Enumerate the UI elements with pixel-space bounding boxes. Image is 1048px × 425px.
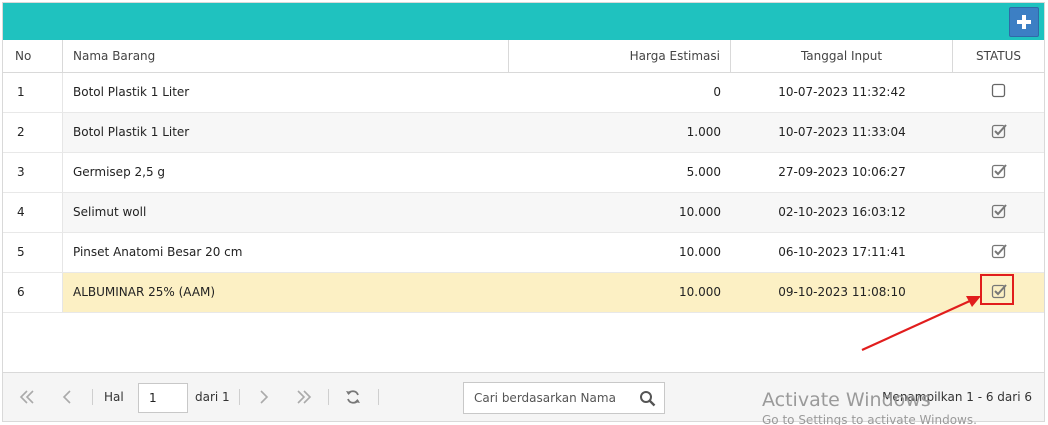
row-harga: 5.000 bbox=[686, 165, 721, 179]
row-harga: 10.000 bbox=[679, 285, 721, 299]
row-status bbox=[953, 73, 1044, 112]
table-row[interactable]: 3 Germisep 2,5 g 5.000 27-09-2023 10:06:… bbox=[3, 153, 1044, 193]
separator bbox=[328, 389, 329, 405]
windows-activation-watermark: Activate Windows Go to Settings to activ… bbox=[762, 389, 977, 425]
row-nama-barang: Botol Plastik 1 Liter bbox=[73, 85, 190, 99]
row-number: 4 bbox=[3, 193, 63, 232]
checkbox-checked-icon[interactable] bbox=[991, 123, 1007, 139]
page-label: Hal bbox=[104, 390, 124, 404]
header-no[interactable]: No bbox=[3, 40, 63, 72]
grid-panel: No Nama Barang Harga Estimasi Tanggal In… bbox=[2, 2, 1045, 422]
page-count-label: dari 1 bbox=[195, 390, 230, 404]
row-number: 1 bbox=[3, 73, 63, 112]
refresh-button[interactable] bbox=[343, 387, 363, 407]
watermark-title: Activate Windows bbox=[762, 389, 931, 411]
watermark-subtitle: Go to Settings to activate Windows. bbox=[762, 413, 977, 425]
row-status bbox=[953, 233, 1044, 272]
checkbox-checked-icon[interactable] bbox=[991, 163, 1007, 179]
table-row[interactable]: 5 Pinset Anatomi Besar 20 cm 10.000 06-1… bbox=[3, 233, 1044, 273]
row-number: 2 bbox=[3, 113, 63, 152]
search-field bbox=[463, 382, 665, 414]
row-harga: 10.000 bbox=[679, 245, 721, 259]
header-nama-barang[interactable]: Nama Barang bbox=[63, 40, 509, 72]
checkbox-checked-icon[interactable] bbox=[991, 203, 1007, 219]
highlight-annotation-box bbox=[980, 274, 1014, 305]
chevron-left-icon bbox=[62, 390, 71, 404]
header-status[interactable]: STATUS bbox=[953, 40, 1044, 72]
row-tanggal: 09-10-2023 11:08:10 bbox=[778, 285, 906, 299]
first-page-button[interactable] bbox=[17, 387, 37, 407]
row-nama-barang: ALBUMINAR 25% (AAM) bbox=[73, 285, 216, 299]
refresh-icon bbox=[346, 390, 360, 404]
row-tanggal: 10-07-2023 11:33:04 bbox=[778, 125, 906, 139]
search-input[interactable] bbox=[464, 383, 634, 413]
plus-icon bbox=[1017, 15, 1031, 29]
page-number-input[interactable] bbox=[138, 383, 188, 413]
search-icon[interactable] bbox=[639, 390, 656, 407]
table-header: No Nama Barang Harga Estimasi Tanggal In… bbox=[3, 40, 1044, 73]
row-number: 6 bbox=[3, 273, 63, 312]
data-table: No Nama Barang Harga Estimasi Tanggal In… bbox=[3, 40, 1044, 313]
row-harga: 10.000 bbox=[679, 205, 721, 219]
header-tanggal-input[interactable]: Tanggal Input bbox=[731, 40, 953, 72]
row-nama-barang: Germisep 2,5 g bbox=[73, 165, 166, 179]
row-status bbox=[953, 113, 1044, 152]
row-number: 5 bbox=[3, 233, 63, 272]
checkbox-checked-icon[interactable] bbox=[991, 243, 1007, 259]
row-harga: 0 bbox=[713, 85, 721, 99]
row-nama-barang: Selimut woll bbox=[73, 205, 147, 219]
row-status bbox=[953, 153, 1044, 192]
last-page-button[interactable] bbox=[294, 387, 314, 407]
row-number: 3 bbox=[3, 153, 63, 192]
row-tanggal: 27-09-2023 10:06:27 bbox=[778, 165, 906, 179]
table-row[interactable]: 4 Selimut woll 10.000 02-10-2023 16:03:1… bbox=[3, 193, 1044, 233]
row-nama-barang: Pinset Anatomi Besar 20 cm bbox=[73, 245, 243, 259]
table-row[interactable]: 1 Botol Plastik 1 Liter 0 10-07-2023 11:… bbox=[3, 73, 1044, 113]
table-row-selected[interactable]: 6 ALBUMINAR 25% (AAM) 10.000 09-10-2023 … bbox=[3, 273, 1044, 313]
chevron-right-icon bbox=[260, 390, 269, 404]
row-tanggal: 06-10-2023 17:11:41 bbox=[778, 245, 906, 259]
double-chevron-left-icon bbox=[19, 390, 34, 404]
row-harga: 1.000 bbox=[686, 125, 721, 139]
table-row[interactable]: 2 Botol Plastik 1 Liter 1.000 10-07-2023… bbox=[3, 113, 1044, 153]
row-nama-barang: Botol Plastik 1 Liter bbox=[73, 125, 190, 139]
double-chevron-right-icon bbox=[297, 390, 312, 404]
row-status bbox=[953, 193, 1044, 232]
separator bbox=[239, 389, 240, 405]
toolbar bbox=[3, 3, 1044, 40]
row-tanggal: 02-10-2023 16:03:12 bbox=[778, 205, 906, 219]
separator bbox=[378, 389, 379, 405]
checkbox-unchecked-icon[interactable] bbox=[991, 83, 1007, 99]
prev-page-button[interactable] bbox=[57, 387, 77, 407]
row-tanggal: 10-07-2023 11:32:42 bbox=[778, 85, 906, 99]
add-button[interactable] bbox=[1009, 7, 1039, 37]
separator bbox=[92, 389, 93, 405]
header-harga-estimasi[interactable]: Harga Estimasi bbox=[509, 40, 731, 72]
next-page-button[interactable] bbox=[254, 387, 274, 407]
